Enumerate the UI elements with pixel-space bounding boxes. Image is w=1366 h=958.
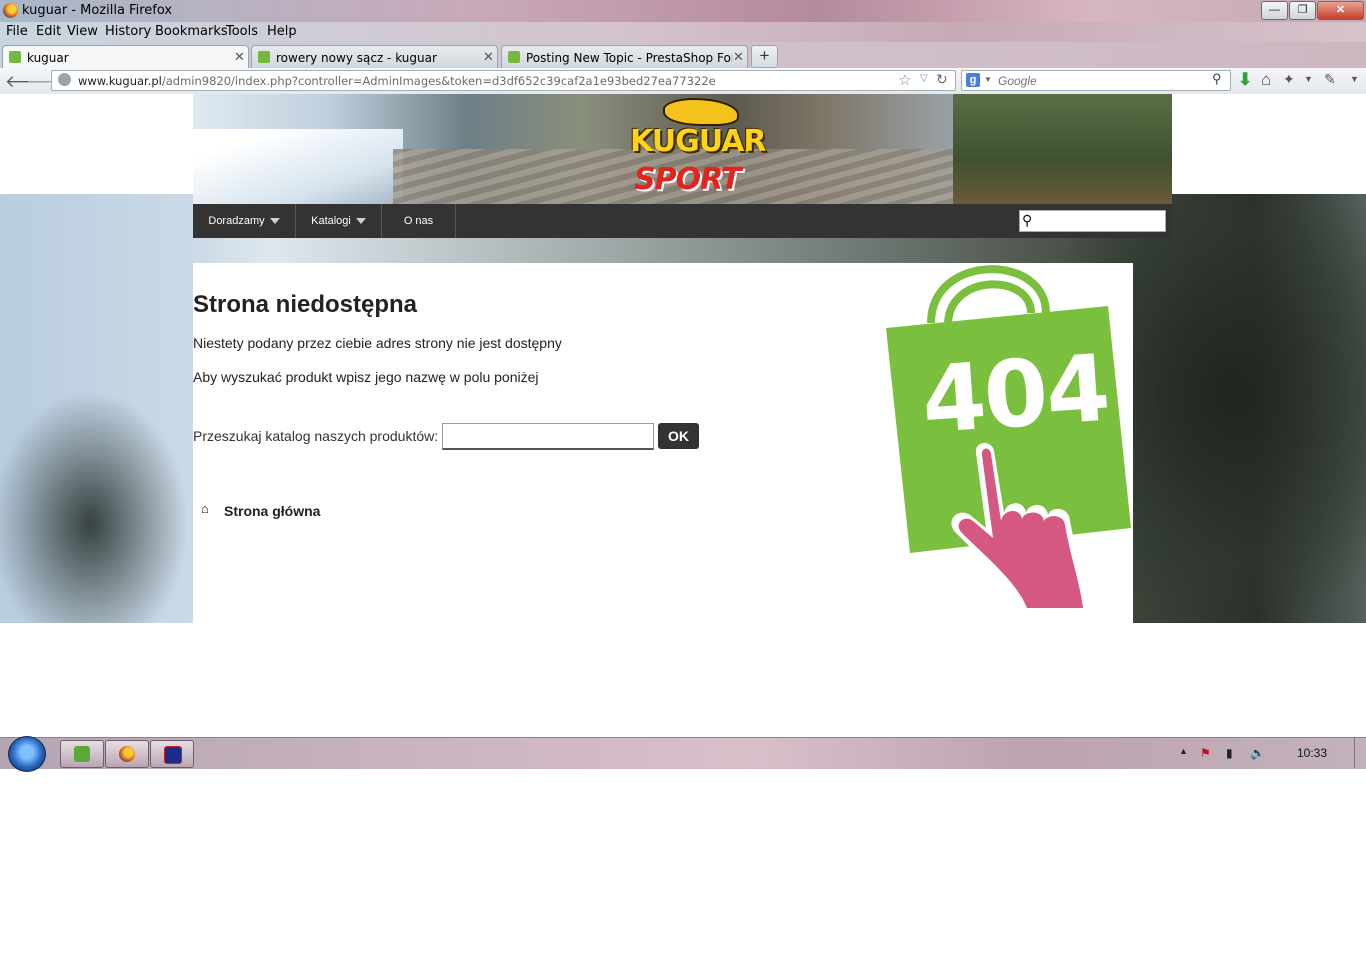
tab-bar: kuguar ✕ rowery nowy sącz - kuguar ✕ Pos… [0,42,1366,70]
magnifier-icon[interactable]: ⚲ [1022,212,1032,229]
action-center-flag-icon[interactable]: ⚑ [1200,746,1211,760]
taskbar-utorrent[interactable] [60,740,104,768]
url-text[interactable]: www.kuguar.pl/admin9820/index.php?contro… [78,74,716,88]
tab-label: Posting New Topic - PrestaShop Foru… [526,51,732,65]
taskbar-clock[interactable]: 10:33 [1297,746,1327,760]
tab-favicon-icon [9,51,21,63]
menu-file[interactable]: File [6,24,28,39]
network-icon[interactable]: ▮ [1226,746,1233,760]
download-icon[interactable]: ⬇ [1238,70,1252,90]
start-button[interactable] [8,736,46,772]
page-title: Strona niedostępna [193,291,418,318]
tab-favicon-icon [258,51,270,63]
menu-history[interactable]: History [105,24,151,39]
volume-icon[interactable]: 🔈 [1250,746,1265,760]
firefox-logo-icon [3,3,18,18]
addon-icon[interactable]: ✦ [1283,71,1295,88]
reload-icon[interactable]: ↻ [936,71,948,88]
nav-label: Doradzamy [208,215,265,227]
site-search-input[interactable]: ⚲ [1019,210,1166,232]
window-title: kuguar - Mozilla Firefox [22,3,173,18]
kuguar-cat-logo-icon [663,98,739,126]
catalog-search-ok-button[interactable]: OK [658,423,699,449]
nav-katalogi[interactable]: Katalogi [296,204,382,238]
tab-close-icon[interactable]: ✕ [234,49,245,65]
nav-doradzamy[interactable]: Doradzamy [193,204,296,238]
tab-rowery[interactable]: rowery nowy sącz - kuguar ✕ [251,45,498,69]
error-404-illustration: 404 [886,263,1136,623]
bookmark-star-icon[interactable]: ☆ [898,71,911,89]
tab-close-icon[interactable]: ✕ [733,49,744,65]
menu-help[interactable]: Help [267,24,297,39]
site-identity-icon[interactable] [58,73,71,86]
error-code-404: 404 [918,334,1112,455]
search-bar[interactable]: g ▼ Google ⚲ [961,70,1231,91]
google-engine-icon[interactable]: g [966,73,980,87]
error-message-line-2: Aby wyszukać produkt wpisz jego nazwę w … [193,369,539,385]
catalog-search-input[interactable] [442,423,654,450]
banner-cyclist-image [953,94,1172,204]
caret-down-icon [355,218,366,225]
close-button[interactable]: ✕ [1317,1,1364,20]
tools-dropdown-icon[interactable]: ▼ [1350,74,1359,84]
home-icon[interactable]: ⌂ [201,501,209,516]
minimize-button[interactable]: — [1261,1,1288,20]
tab-label: rowery nowy sącz - kuguar [276,51,437,65]
menubar: File Edit View History Bookmarks Tools H… [0,22,1366,42]
nav-label: O nas [403,215,434,227]
logo-sport-text[interactable]: SPORT [634,162,741,197]
page-viewport: KUGUAR SPORT Doradzamy Katalogi O nas ⚲ … [0,94,1366,623]
tools-icon[interactable]: ✎ [1324,71,1336,88]
tab-close-icon[interactable]: ✕ [483,49,494,65]
home-icon[interactable]: ⌂ [1261,70,1271,90]
logo-kuguar-text[interactable]: KUGUAR [630,124,766,159]
caret-down-icon [269,218,280,225]
error-content-box: Strona niedostępna Niestety podany przez… [193,263,1133,623]
save-icon [164,746,182,764]
nav-o-nas[interactable]: O nas [382,204,456,238]
maximize-button[interactable]: ❐ [1289,1,1316,20]
tab-label: kuguar [27,51,69,65]
navigation-toolbar: 🡐 🡒 www.kuguar.pl/admin9820/index.php?co… [0,68,1366,95]
url-dropdown-icon[interactable]: ▽ [920,73,928,84]
menu-bookmarks[interactable]: Bookmarks [155,24,228,39]
error-message-line-1: Niestety podany przez ciebie adres stron… [193,335,562,351]
nav-label: Katalogi [311,215,351,227]
home-link[interactable]: Strona główna [224,503,320,519]
utorrent-icon [74,746,90,762]
firefox-icon [119,746,135,762]
addon-dropdown-icon[interactable]: ▼ [1304,74,1313,84]
url-bar[interactable]: www.kuguar.pl/admin9820/index.php?contro… [51,70,956,91]
menu-view[interactable]: View [67,24,98,39]
engine-dropdown-icon[interactable]: ▼ [984,75,992,84]
taskbar-firefox[interactable] [105,740,149,768]
tab-prestashop-forum[interactable]: Posting New Topic - PrestaShop Foru… ✕ [501,45,748,69]
taskbar-save-app[interactable] [150,740,194,768]
new-tab-button[interactable]: + [751,45,778,68]
windows-taskbar: ▲ ⚑ ▮ 🔈 10:33 [0,736,1366,772]
site-banner: KUGUAR SPORT [193,94,1172,204]
window-titlebar: kuguar - Mozilla Firefox — ❐ ✕ [0,0,1366,22]
search-placeholder: Google [998,74,1037,88]
site-nav-menu: Doradzamy Katalogi O nas ⚲ [193,204,1172,238]
tray-expand-icon[interactable]: ▲ [1179,746,1188,756]
tab-kuguar[interactable]: kuguar ✕ [2,45,249,70]
banner-skier-image [193,129,403,204]
catalog-search-label: Przeszukaj katalog naszych produktów: [193,428,439,444]
menu-edit[interactable]: Edit [36,24,61,39]
menu-tools[interactable]: Tools [226,24,258,39]
show-desktop-button[interactable] [1354,738,1365,768]
tab-favicon-icon [508,51,520,63]
search-go-icon[interactable]: ⚲ [1212,71,1222,87]
